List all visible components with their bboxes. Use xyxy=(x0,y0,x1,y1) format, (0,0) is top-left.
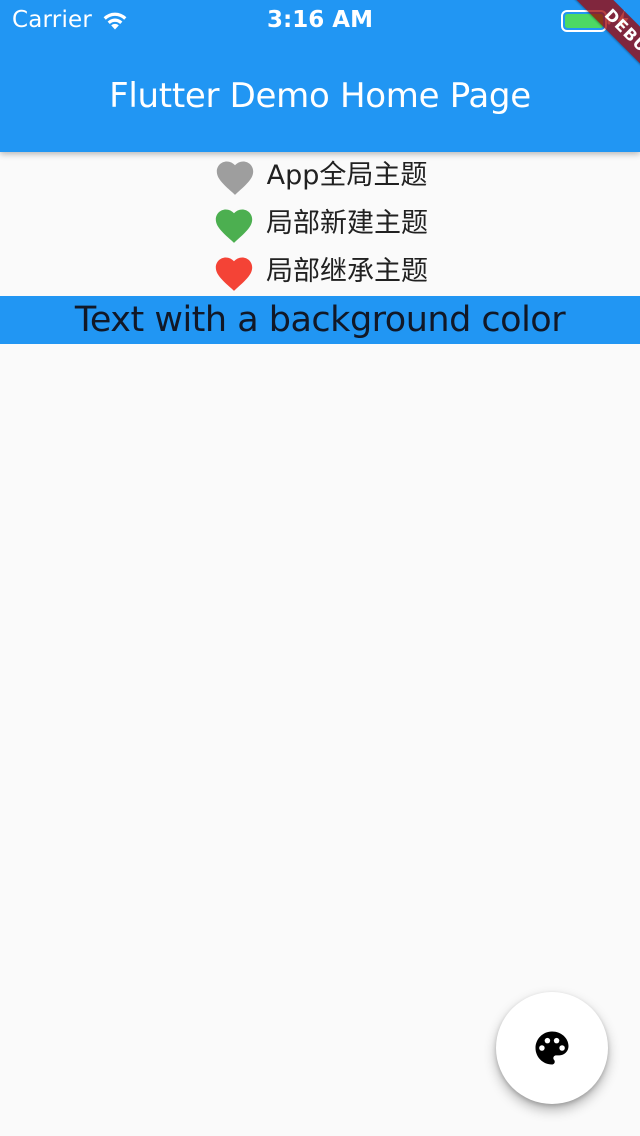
charging-icon xyxy=(617,10,629,30)
heart-icon xyxy=(215,257,253,291)
heart-icon xyxy=(215,209,253,243)
status-bar: Carrier 3:16 AM xyxy=(0,0,640,40)
heart-icon xyxy=(216,161,253,195)
theme-row-app: App全局主题 xyxy=(0,152,640,200)
palette-fab-button[interactable] xyxy=(496,992,608,1104)
palette-icon xyxy=(535,1031,569,1065)
app-bar: Carrier 3:16 AM Flutter Demo Home Page xyxy=(0,0,640,152)
status-time: 3:16 AM xyxy=(267,7,373,33)
theme-row-label: App全局主题 xyxy=(266,160,428,191)
theme-row-label: 局部继承主题 xyxy=(266,256,428,287)
app-bar-title: Flutter Demo Home Page xyxy=(109,76,531,116)
body-content: App全局主题 局部新建主题 局部继承主题 Text with a backgr… xyxy=(0,152,640,344)
theme-row-local-inherit: 局部继承主题 xyxy=(0,248,640,296)
theme-row-local-new: 局部新建主题 xyxy=(0,200,640,248)
background-color-text: Text with a background color xyxy=(0,296,640,344)
theme-row-label: 局部新建主题 xyxy=(266,208,428,239)
battery-icon xyxy=(561,10,611,32)
